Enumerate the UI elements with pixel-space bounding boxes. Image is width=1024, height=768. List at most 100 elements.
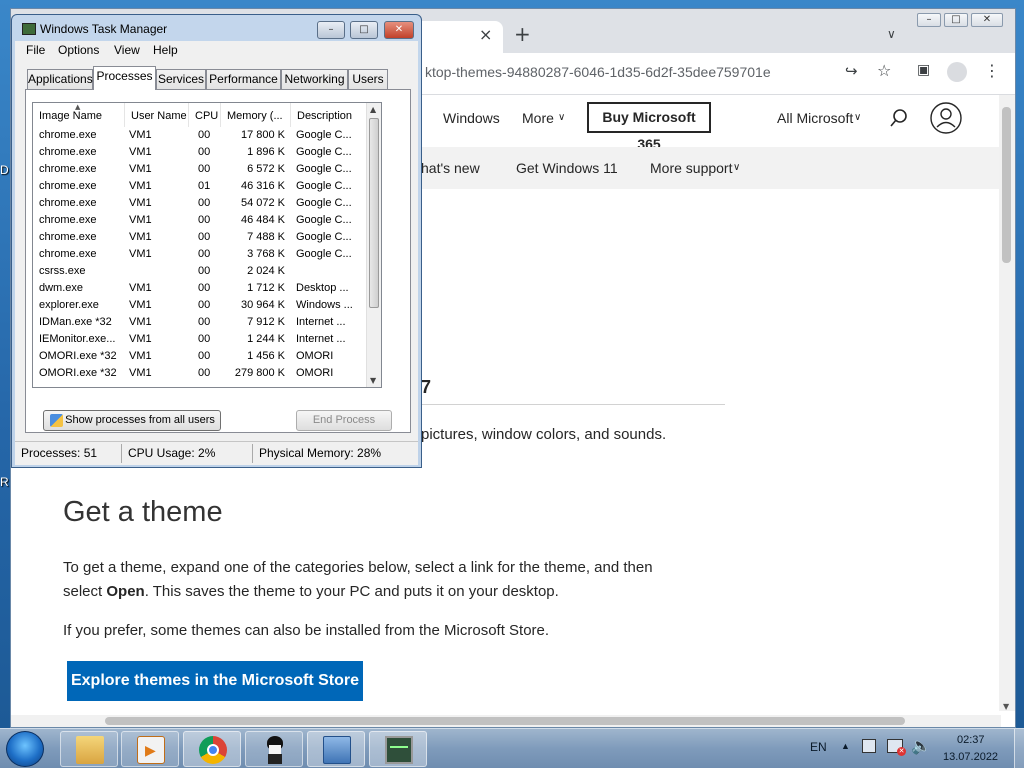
desktop-icon-label[interactable]: D xyxy=(0,163,9,177)
profile-icon[interactable] xyxy=(947,62,967,82)
tab-search-icon[interactable]: ∨ xyxy=(887,27,896,41)
tab-users[interactable]: Users xyxy=(348,69,388,89)
show-desktop-button[interactable] xyxy=(1014,729,1024,768)
minimize-button[interactable]: – xyxy=(917,13,941,27)
table-row[interactable]: explorer.exe VM1 00 30 964 K Windows ... xyxy=(33,297,368,314)
table-row[interactable]: chrome.exe VM1 00 1 896 K Google C... xyxy=(33,144,368,161)
close-button[interactable]: ✕ xyxy=(971,13,1003,27)
table-row[interactable]: chrome.exe VM1 00 7 488 K Google C... xyxy=(33,229,368,246)
close-button[interactable]: ✕ xyxy=(384,21,414,39)
process-memory: 7 912 K xyxy=(247,316,285,328)
process-memory: 46 484 K xyxy=(240,214,285,226)
process-image-name: chrome.exe xyxy=(39,231,97,243)
menu-kebab-icon[interactable]: ⋮ xyxy=(984,61,1000,80)
chevron-down-icon: ∨ xyxy=(733,162,741,173)
store-paragraph: If you prefer, some themes can also be i… xyxy=(63,622,550,639)
process-description: Google C... xyxy=(296,129,352,141)
table-row[interactable]: chrome.exe VM1 01 46 316 K Google C... xyxy=(33,178,368,195)
process-image-name: chrome.exe xyxy=(39,197,97,209)
process-cpu: 00 xyxy=(198,316,211,328)
process-user-name: VM1 xyxy=(129,197,152,209)
taskbar-chrome[interactable] xyxy=(183,731,241,767)
nav-windows[interactable]: Windows xyxy=(443,110,500,126)
taskbar-remote-desktop[interactable] xyxy=(307,731,365,767)
process-list[interactable]: Image Name ▲ User Name CPU Memory (... D… xyxy=(32,102,382,388)
minimize-button[interactable]: – xyxy=(317,21,345,39)
table-row[interactable]: dwm.exe VM1 00 1 712 K Desktop ... xyxy=(33,280,368,297)
menu-help[interactable]: Help xyxy=(153,43,178,57)
taskbar-task-manager[interactable] xyxy=(369,731,427,767)
action-center-icon[interactable] xyxy=(862,739,876,753)
taskbar-media-player[interactable]: ▶ xyxy=(121,731,179,767)
table-row[interactable]: chrome.exe VM1 00 46 484 K Google C... xyxy=(33,212,368,229)
subnav-more-support[interactable]: More support xyxy=(650,160,732,176)
start-button[interactable] xyxy=(6,731,44,767)
horizontal-scrollbar[interactable] xyxy=(11,715,1001,727)
table-row[interactable]: chrome.exe VM1 00 6 572 K Google C... xyxy=(33,161,368,178)
scroll-down-arrow-icon[interactable]: ▼ xyxy=(1003,702,1009,711)
tab-performance[interactable]: Performance xyxy=(206,69,281,89)
column-description[interactable]: Description xyxy=(291,103,368,127)
clock-time[interactable]: 02:37 xyxy=(957,734,985,746)
buy-microsoft-365-button[interactable]: Buy Microsoft 365 xyxy=(587,102,711,152)
scrollbar-thumb[interactable] xyxy=(369,118,379,308)
maximize-button[interactable]: □ xyxy=(944,13,968,27)
table-row[interactable]: chrome.exe VM1 00 17 800 K Google C... xyxy=(33,127,368,144)
tab-processes[interactable]: Processes xyxy=(93,66,156,90)
tab-close-icon[interactable]: × xyxy=(479,25,492,44)
tab-applications[interactable]: Applications xyxy=(27,69,93,89)
scrollbar-thumb[interactable] xyxy=(1002,107,1011,263)
vertical-scrollbar[interactable]: ▼ xyxy=(999,95,1015,711)
address-bar[interactable]: ktop-themes-94880287-6046-1d35-6d2f-35de… xyxy=(425,64,771,80)
explore-themes-store-button[interactable]: Explore themes in the Microsoft Store xyxy=(67,661,363,701)
share-icon[interactable]: ↪ xyxy=(845,62,858,80)
nav-more[interactable]: More xyxy=(522,110,554,126)
nav-all-microsoft[interactable]: All Microsoft xyxy=(777,110,853,126)
process-description: Desktop ... xyxy=(296,282,349,294)
menu-file[interactable]: File xyxy=(26,43,45,57)
menu-options[interactable]: Options xyxy=(58,43,99,57)
table-row[interactable]: IEMonitor.exe... VM1 00 1 244 K Internet ... xyxy=(33,331,368,348)
search-icon[interactable] xyxy=(889,108,909,128)
menu-view[interactable]: View xyxy=(114,43,140,57)
tab-services[interactable]: Services xyxy=(156,69,206,89)
end-process-button[interactable]: End Process xyxy=(296,410,392,431)
maximize-button[interactable]: □ xyxy=(350,21,378,39)
process-list-scrollbar[interactable]: ▲ ▼ xyxy=(366,103,381,387)
scrollbar-thumb[interactable] xyxy=(105,717,905,725)
column-cpu[interactable]: CPU xyxy=(189,103,221,127)
process-description: Internet ... xyxy=(296,333,346,345)
process-user-name: VM1 xyxy=(129,282,152,294)
scroll-down-arrow-icon[interactable]: ▼ xyxy=(370,376,376,385)
volume-icon[interactable]: 🔈 xyxy=(911,736,931,756)
subnav-get-windows-11[interactable]: Get Windows 11 xyxy=(516,160,618,176)
desktop-icon-label[interactable]: R xyxy=(0,475,9,489)
bookmark-star-icon[interactable]: ☆ xyxy=(877,61,891,80)
language-indicator[interactable]: EN xyxy=(810,740,827,754)
column-memory[interactable]: Memory (... xyxy=(221,103,291,127)
table-row[interactable]: OMORI.exe *32 VM1 00 1 456 K OMORI xyxy=(33,348,368,365)
column-user-name[interactable]: User Name xyxy=(125,103,189,127)
side-panel-icon[interactable]: ▣ xyxy=(917,62,930,78)
process-cpu: 00 xyxy=(198,163,211,175)
table-row[interactable]: IDMan.exe *32 VM1 00 7 912 K Internet ... xyxy=(33,314,368,331)
new-tab-icon[interactable]: + xyxy=(514,22,531,46)
tab-networking[interactable]: Networking xyxy=(281,69,348,89)
partial-heading: 7 xyxy=(421,377,432,397)
clock-date[interactable]: 13.07.2022 xyxy=(943,751,998,763)
table-row[interactable]: OMORI.exe *32 VM1 00 279 800 K OMORI xyxy=(33,365,368,382)
process-image-name: explorer.exe xyxy=(39,299,99,311)
table-row[interactable]: chrome.exe VM1 00 3 768 K Google C... xyxy=(33,246,368,263)
subnav-whats-new[interactable]: hat's new xyxy=(421,160,480,176)
network-icon[interactable]: ✕ xyxy=(887,739,906,756)
taskbar-explorer[interactable] xyxy=(60,731,118,767)
process-cpu: 00 xyxy=(198,265,211,277)
taskbar-omori[interactable] xyxy=(245,731,303,767)
show-hidden-icons[interactable]: ▲ xyxy=(841,741,850,751)
show-all-processes-button[interactable]: Show processes from all users xyxy=(43,410,221,431)
account-icon[interactable] xyxy=(929,101,963,135)
process-memory: 1 712 K xyxy=(247,282,285,294)
scroll-up-arrow-icon[interactable]: ▲ xyxy=(370,105,376,114)
table-row[interactable]: csrss.exe 00 2 024 K xyxy=(33,263,368,280)
table-row[interactable]: chrome.exe VM1 00 54 072 K Google C... xyxy=(33,195,368,212)
